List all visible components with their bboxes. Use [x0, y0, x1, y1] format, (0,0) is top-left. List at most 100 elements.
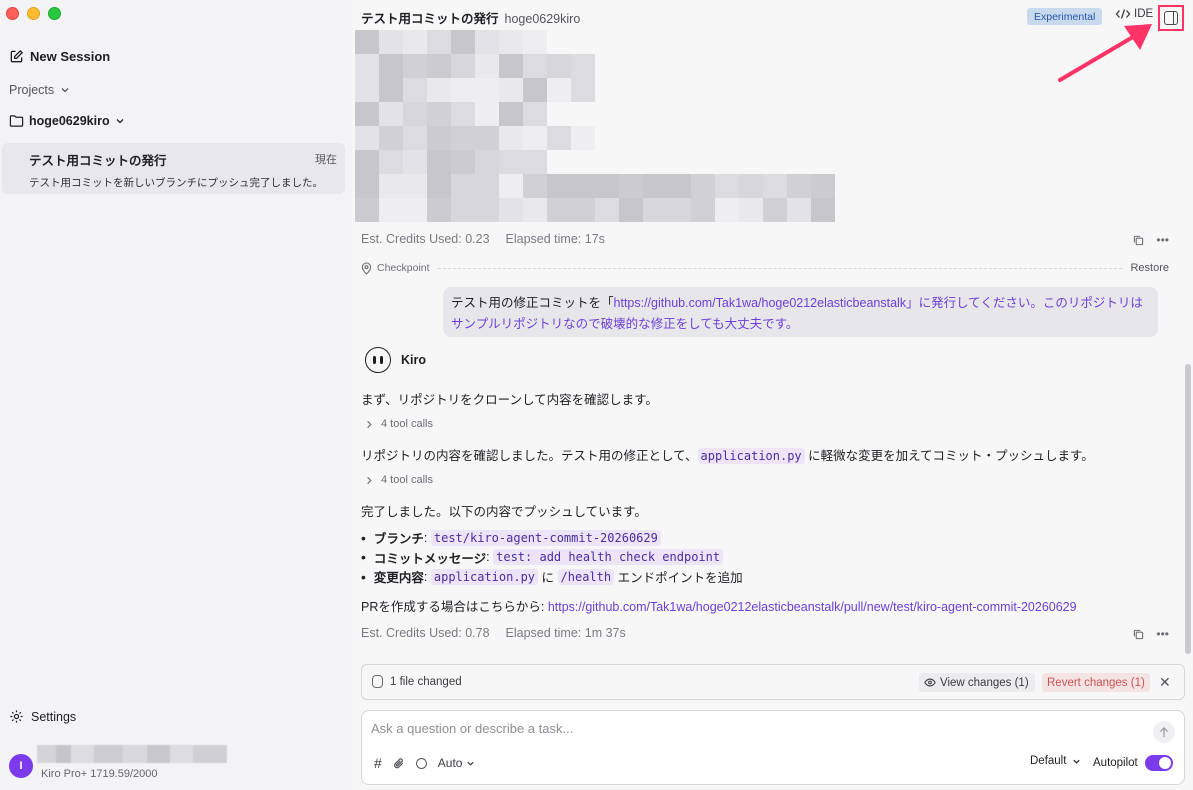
new-session-button[interactable]: New Session [9, 49, 110, 64]
hash-icon[interactable]: # [374, 755, 382, 771]
mosaic-cell [379, 78, 403, 102]
mosaic-cell [451, 30, 475, 54]
copy-icon[interactable] [1133, 629, 1144, 640]
mosaic-cell [355, 198, 379, 222]
user-email-redacted [37, 745, 227, 763]
project-item[interactable]: hoge0629kiro [9, 114, 125, 128]
mosaic-cell [355, 30, 379, 54]
mosaic-cell [403, 78, 427, 102]
more-options-icon[interactable]: ••• [1156, 627, 1169, 641]
pr-link[interactable]: https://github.com/Tak1wa/hoge0212elasti… [548, 600, 1077, 614]
session-summary: テスト用コミットを新しいブランチにプッシュ完了しました。 [29, 177, 323, 189]
revert-changes-button[interactable]: Revert changes (1) [1042, 673, 1150, 692]
inline-code: application.py [697, 448, 805, 464]
mosaic-cell [355, 150, 379, 174]
branch-code: test/kiro-agent-commit-20260629 [430, 529, 661, 546]
mosaic-cell [571, 126, 595, 150]
mosaic-cell [499, 174, 523, 198]
edit-icon [10, 49, 24, 63]
ide-button[interactable]: IDE [1115, 8, 1153, 20]
mosaic-cell [571, 54, 595, 78]
mosaic-cell [811, 174, 835, 198]
copy-icon[interactable] [1133, 235, 1144, 246]
autopilot-label: Autopilot [1093, 757, 1138, 769]
mosaic-cell [547, 54, 571, 78]
model-selector[interactable]: Default [1030, 755, 1081, 767]
agent-paragraph-2: リポジトリの内容を確認しました。テスト用の修正として、 application.p… [361, 445, 1094, 464]
context-circle-icon[interactable] [415, 757, 427, 769]
redacted-previous-response [355, 30, 835, 222]
bullet-label: 変更内容 [373, 571, 424, 586]
mosaic-cell [451, 174, 475, 198]
mosaic-cell [523, 126, 547, 150]
mosaic-cell [523, 78, 547, 102]
mosaic-cell [379, 174, 403, 198]
mosaic-cell [763, 198, 787, 222]
mosaic-cell [595, 198, 619, 222]
panel-toggle-button[interactable] [1158, 5, 1184, 31]
view-changes-label: View changes (1) [940, 676, 1029, 689]
sidebar-panel-icon [1164, 11, 1178, 25]
settings-label: Settings [31, 709, 77, 724]
mosaic-cell [547, 174, 571, 198]
experimental-badge: Experimental [1027, 8, 1103, 25]
mosaic-cell [379, 126, 403, 150]
mosaic-cell [715, 174, 739, 198]
chat-input[interactable] [371, 721, 1131, 736]
previous-turn-meta: Est. Credits Used: 0.23 Elapsed time: 17s [361, 232, 621, 246]
file-changes-icon [372, 675, 383, 688]
mosaic-cell [499, 102, 523, 126]
tool-calls-toggle-2[interactable]: 4 tool calls [365, 474, 433, 486]
mode-selector[interactable]: Auto [438, 756, 476, 770]
projects-toggle[interactable]: Projects [9, 83, 70, 97]
mosaic-cell [715, 198, 739, 222]
send-button[interactable] [1153, 721, 1175, 743]
checkpoint-label: Checkpoint [377, 262, 430, 274]
tool-calls-toggle-1[interactable]: 4 tool calls [365, 418, 433, 430]
paperclip-icon[interactable] [393, 757, 405, 770]
chevron-down-icon [116, 119, 124, 124]
settings-button[interactable]: Settings [9, 709, 76, 724]
scrollbar[interactable] [1185, 364, 1191, 654]
kiro-avatar-icon [365, 347, 391, 373]
close-icon[interactable]: ✕ [1159, 674, 1171, 691]
changes-bar: 1 file changed View changes (1) Revert c… [361, 664, 1185, 700]
zoom-window-button[interactable] [48, 7, 61, 20]
mosaic-cell [811, 198, 835, 222]
mosaic-cell [451, 126, 475, 150]
folder-icon [9, 115, 24, 127]
session-item-active[interactable]: テスト用コミットの発行 現在 テスト用コミットを新しいブランチにプッシュ完了しま… [2, 143, 345, 194]
avatar[interactable]: I [9, 754, 33, 778]
bullet-tail: エンドポイントを追加 [617, 571, 743, 586]
mosaic-cell [619, 174, 643, 198]
project-subtitle: hoge0629kiro [504, 12, 581, 26]
composer: # Auto Default Autopilot [361, 710, 1185, 785]
user-message-bubble: テスト用の修正コミットを「https://github.com/Tak1wa/h… [443, 287, 1158, 337]
close-window-button[interactable] [6, 7, 19, 20]
list-item: ブランチ: test/kiro-agent-commit-20260629 [361, 528, 743, 548]
agent-turn-meta: Est. Credits Used: 0.78 Elapsed time: 1m … [361, 626, 642, 640]
endpoint-code: /health [557, 568, 615, 585]
list-item: コミットメッセージ: test: add health check endpoi… [361, 548, 743, 568]
minimize-window-button[interactable] [27, 7, 40, 20]
mosaic-cell [475, 198, 499, 222]
mosaic-cell [451, 198, 475, 222]
file-code: application.py [430, 568, 539, 585]
mosaic-cell [427, 102, 451, 126]
repo-link[interactable]: https://github.com/Tak1wa/hoge0212elasti… [614, 296, 907, 310]
more-options-icon[interactable]: ••• [1156, 233, 1169, 247]
window-controls [6, 7, 61, 20]
tool-calls-label: 4 tool calls [381, 474, 433, 486]
view-changes-button[interactable]: View changes (1) [919, 673, 1035, 692]
code-icon [1115, 9, 1131, 19]
mosaic-cell [355, 78, 379, 102]
mosaic-cell [571, 198, 595, 222]
composer-tools: # Auto [374, 755, 475, 771]
bullet-label: コミットメッセージ [373, 551, 487, 566]
result-list: ブランチ: test/kiro-agent-commit-20260629 コミ… [361, 528, 743, 587]
mosaic-cell [499, 198, 523, 222]
mosaic-cell [619, 198, 643, 222]
autopilot-toggle[interactable] [1144, 755, 1173, 771]
restore-button[interactable]: Restore [1130, 262, 1169, 274]
chevron-right-icon [367, 420, 372, 428]
